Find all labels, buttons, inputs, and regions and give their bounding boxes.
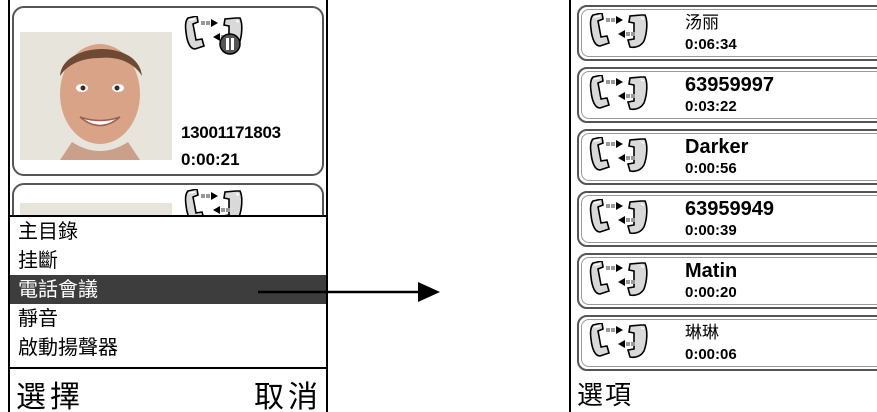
options-softkey[interactable]: 選項 — [577, 375, 633, 412]
right-phone-screen: 汤丽 0:06:34 63959997 0:03:22 Darker 0:00:… — [569, 0, 877, 412]
call-on-hold-icon — [184, 16, 243, 55]
conference-call-row[interactable]: 63959997 0:03:22 — [577, 67, 877, 123]
call-icon — [589, 323, 648, 359]
menu-item-speaker[interactable]: 啟動揚聲器 — [10, 333, 326, 362]
call-icon — [589, 75, 648, 111]
call-name: Matin — [685, 260, 738, 282]
call-duration: 0:00:06 — [685, 346, 737, 363]
call-name: Darker — [685, 136, 749, 158]
call-duration: 0:00:21 — [181, 150, 240, 169]
contact-photo — [20, 32, 172, 160]
call-icon — [589, 137, 648, 173]
conference-call-row[interactable]: 琳琳 0:00:06 — [577, 315, 877, 371]
softkey-bar: 選擇 取消 — [10, 367, 326, 412]
caller-number: 13001171803 — [181, 123, 281, 142]
call-icon — [589, 199, 648, 235]
right-arrow-icon — [258, 282, 440, 302]
menu-item-main-menu[interactable]: 主目錄 — [10, 217, 326, 246]
menu-item-hang-up[interactable]: 挂斷 — [10, 246, 326, 275]
active-call-card[interactable]: 13001171803 0:00:21 — [12, 6, 324, 176]
conference-call-row[interactable]: Matin 0:00:20 — [577, 253, 877, 309]
select-softkey[interactable]: 選擇 — [16, 372, 84, 412]
menu-item-mute[interactable]: 靜音 — [10, 304, 326, 333]
call-duration: 0:00:39 — [685, 222, 737, 239]
call-name: 琳琳 — [685, 323, 719, 343]
call-duration: 0:03:22 — [685, 98, 737, 115]
call-name: 63959997 — [685, 74, 774, 96]
call-duration: 0:00:56 — [685, 160, 737, 177]
call-icon — [589, 13, 648, 49]
call-name: 汤丽 — [685, 13, 719, 33]
conference-call-row[interactable]: 63959949 0:00:39 — [577, 191, 877, 247]
conference-call-row[interactable]: 汤丽 0:06:34 — [577, 5, 877, 61]
call-duration: 0:00:20 — [685, 284, 737, 301]
call-duration: 0:06:34 — [685, 36, 737, 53]
call-icon — [589, 261, 648, 297]
left-phone-screen: 13001171803 0:00:21 主目錄 挂斷 電話會議 靜音 啟動揚聲器… — [8, 0, 328, 412]
cancel-softkey[interactable]: 取消 — [254, 372, 322, 412]
conference-call-row[interactable]: Darker 0:00:56 — [577, 129, 877, 185]
call-name: 63959949 — [685, 198, 774, 220]
